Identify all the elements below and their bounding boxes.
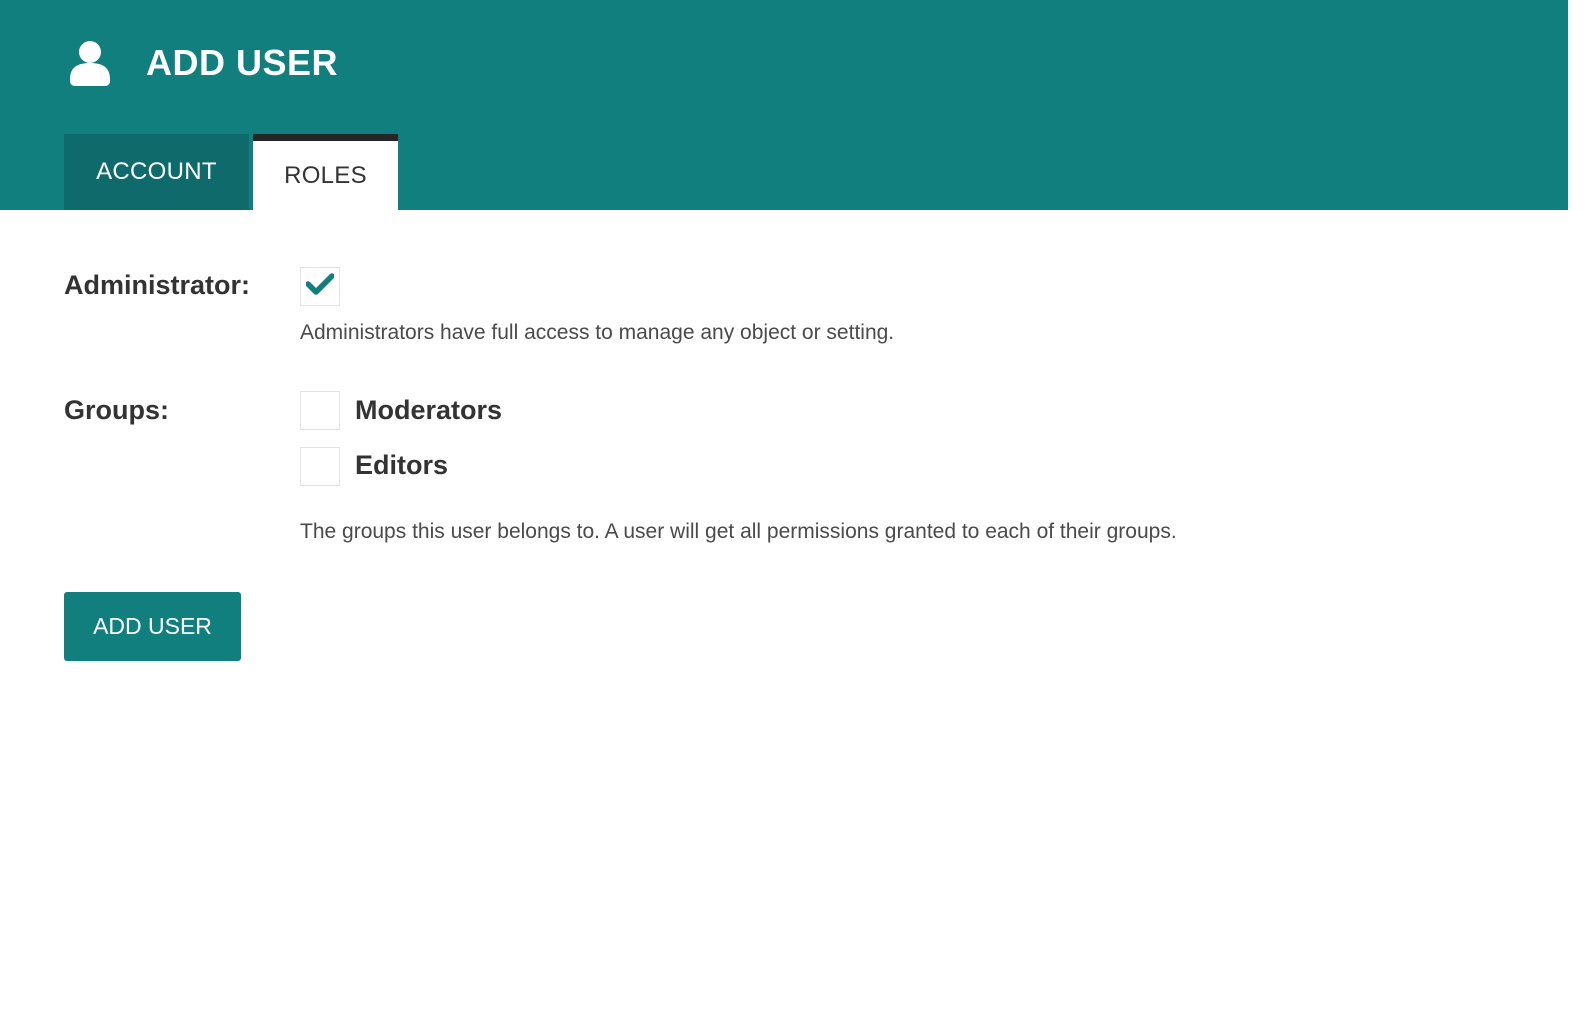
editors-label[interactable]: Editors [355, 450, 448, 481]
tab-roles[interactable]: ROLES [253, 134, 398, 210]
moderators-label[interactable]: Moderators [355, 395, 502, 426]
administrator-checkbox[interactable] [300, 267, 340, 306]
user-icon [68, 39, 112, 87]
page-title: ADD USER [146, 42, 339, 83]
moderators-checkbox[interactable] [300, 391, 340, 430]
tab-bar: ACCOUNT ROLES [64, 134, 398, 210]
tab-account[interactable]: ACCOUNT [64, 134, 249, 210]
administrator-help-text: Administrators have full access to manag… [300, 321, 895, 344]
add-user-button[interactable]: ADD USER [64, 592, 241, 661]
checkmark-icon [305, 273, 335, 300]
editors-checkbox[interactable] [300, 447, 340, 486]
header-title-row: ADD USER [68, 38, 338, 88]
groups-help-text: The groups this user belongs to. A user … [300, 520, 1177, 543]
administrator-label: Administrator: [64, 270, 251, 300]
scrollbar-gutter [1568, 0, 1592, 1023]
groups-label: Groups: [64, 395, 169, 425]
page-header: ADD USER ACCOUNT ROLES [0, 0, 1568, 210]
